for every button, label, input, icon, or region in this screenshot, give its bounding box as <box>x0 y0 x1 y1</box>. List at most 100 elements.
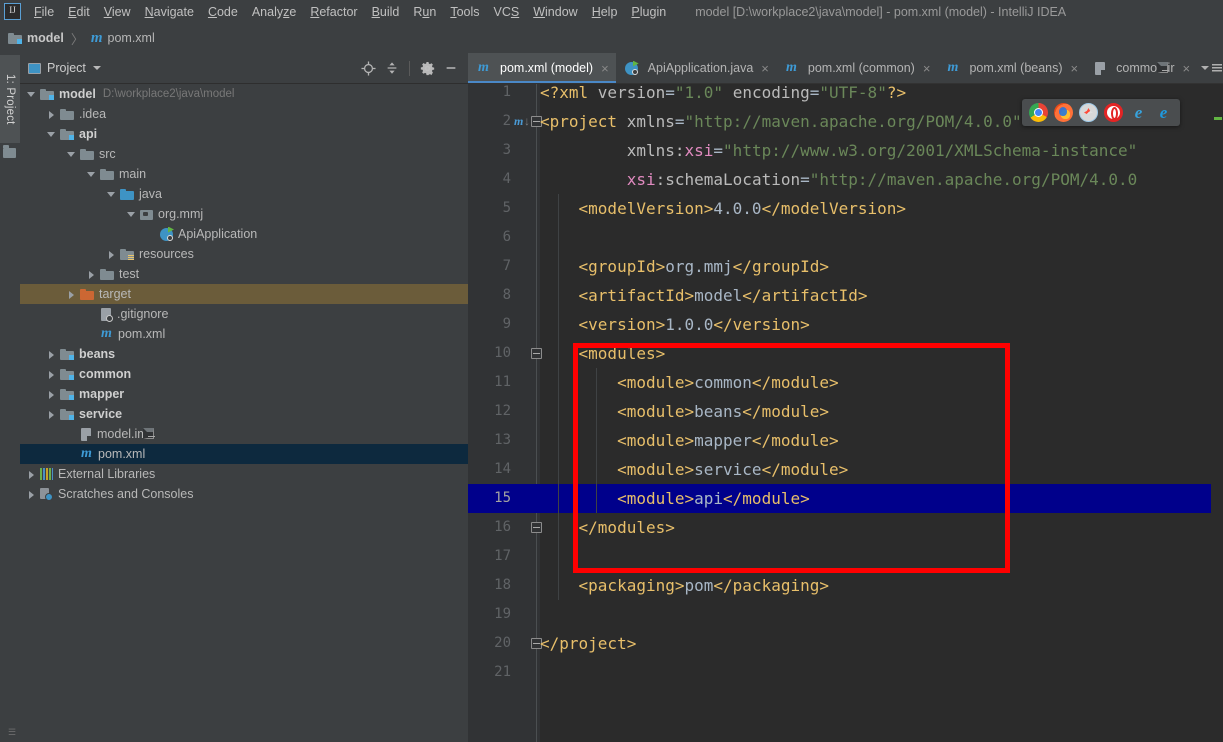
menu-item-navigate[interactable]: Navigate <box>138 2 201 22</box>
expand-arrow-icon[interactable] <box>46 349 57 360</box>
expand-arrow-icon[interactable] <box>46 129 57 140</box>
tree-item--gitignore[interactable]: .gitignore <box>20 304 468 324</box>
tree-item-model-iml[interactable]: model.iml <box>20 424 468 444</box>
close-icon[interactable]: × <box>1182 61 1190 76</box>
expand-arrow-icon[interactable] <box>126 209 137 220</box>
expand-arrow-icon[interactable] <box>106 249 117 260</box>
menu-item-code[interactable]: Code <box>201 2 245 22</box>
hide-panel-icon[interactable] <box>440 57 462 79</box>
code-line[interactable]: <?xml version="1.0" encoding="UTF-8"?> <box>540 84 906 107</box>
close-icon[interactable]: × <box>761 61 769 76</box>
editor-gutter[interactable]: 1 2 3 4 5 6 7 8 9 10 11 12 13 14 15 16 17 18 19 20 21 m ↓ <box>468 84 542 742</box>
menu-item-analyze[interactable]: Analyze <box>245 2 303 22</box>
tree-item-label: target <box>99 287 131 301</box>
tree-item-target[interactable]: target <box>20 284 468 304</box>
project-tree[interactable]: model D:\workplace2\java\model .idea api src… <box>20 84 468 742</box>
editor-tab-common-ir[interactable]: common.ir × <box>1085 53 1197 83</box>
tree-item--idea[interactable]: .idea <box>20 104 468 124</box>
settings-gear-icon[interactable] <box>416 57 438 79</box>
tree-item-resources[interactable]: resources <box>20 244 468 264</box>
code-line[interactable]: xsi:schemaLocation="http://maven.apache.… <box>540 165 1138 194</box>
tree-item-api[interactable]: api <box>20 124 468 144</box>
safari-icon[interactable] <box>1079 103 1098 122</box>
expand-arrow-icon[interactable] <box>46 369 57 380</box>
tree-item-common[interactable]: common <box>20 364 468 384</box>
expand-arrow-icon[interactable] <box>106 189 117 200</box>
code-line[interactable]: <packaging>pom</packaging> <box>540 571 829 600</box>
expand-arrow-icon[interactable] <box>86 169 97 180</box>
menu-item-file[interactable]: File <box>27 2 61 22</box>
tree-item-beans[interactable]: beans <box>20 344 468 364</box>
internet-explorer-icon[interactable]: e <box>1129 103 1148 122</box>
menu-item-refactor[interactable]: Refactor <box>303 2 364 22</box>
expand-arrow-icon[interactable] <box>46 389 57 400</box>
editor-tab-apiapplication-java[interactable]: ApiApplication.java × <box>616 53 776 83</box>
breadcrumb-item-model[interactable]: model <box>8 31 64 45</box>
tree-item-org-mmj[interactable]: org.mmj <box>20 204 468 224</box>
tree-item-java[interactable]: java <box>20 184 468 204</box>
code-line[interactable]: <module>mapper</module> <box>540 426 839 455</box>
code-line[interactable]: <groupId>org.mmj</groupId> <box>540 252 829 281</box>
tree-item-scratches-and-consoles[interactable]: Scratches and Consoles <box>20 484 468 504</box>
close-icon[interactable]: × <box>601 61 609 76</box>
expand-arrow-icon[interactable] <box>46 109 57 120</box>
expand-arrow-icon[interactable] <box>26 469 37 480</box>
tool-window-button-project[interactable]: 1: Project <box>0 55 20 143</box>
code-line[interactable]: <modelVersion>4.0.0</modelVersion> <box>540 194 907 223</box>
menu-item-edit[interactable]: Edit <box>61 2 97 22</box>
tree-item-model[interactable]: model D:\workplace2\java\model <box>20 84 468 104</box>
tree-item-test[interactable]: test <box>20 264 468 284</box>
chrome-icon[interactable] <box>1029 103 1048 122</box>
tree-item-mapper[interactable]: mapper <box>20 384 468 404</box>
code-content[interactable]: <?xml version="1.0" encoding="UTF-8"?> <p… <box>540 84 1223 742</box>
download-arrow-icon[interactable]: ↓ <box>524 107 530 136</box>
menu-item-build[interactable]: Build <box>365 2 407 22</box>
menu-item-view[interactable]: View <box>97 2 138 22</box>
marker-bar[interactable] <box>1211 115 1223 742</box>
code-line[interactable]: <module>beans</module> <box>540 397 829 426</box>
firefox-icon[interactable] <box>1054 103 1073 122</box>
code-line[interactable]: <version>1.0.0</version> <box>540 310 810 339</box>
expand-arrow-icon[interactable] <box>86 269 97 280</box>
close-icon[interactable]: × <box>923 61 931 76</box>
expand-arrow-icon[interactable] <box>66 149 77 160</box>
menu-item-help[interactable]: Help <box>585 2 625 22</box>
tree-item-pom-xml[interactable]: m pom.xml <box>20 444 468 464</box>
code-line[interactable]: xmlns:xsi="http://www.w3.org/2001/XMLSch… <box>540 136 1138 165</box>
close-icon[interactable]: × <box>1071 61 1079 76</box>
editor-tab-pom-xml-model-[interactable]: m pom.xml (model) × <box>468 53 616 83</box>
code-editor[interactable]: 1 2 3 4 5 6 7 8 9 10 11 12 13 14 15 16 17 18 19 20 21 m ↓ <?xm… <box>468 84 1223 742</box>
code-line[interactable]: <module>common</module> <box>540 368 839 397</box>
code-line[interactable]: <module>api</module> <box>540 484 810 513</box>
code-line[interactable]: </modules> <box>540 513 675 542</box>
code-line[interactable]: <module>service</module> <box>540 455 848 484</box>
expand-arrow-icon[interactable] <box>26 89 37 100</box>
menu-item-plugin[interactable]: Plugin <box>624 2 673 22</box>
menu-item-vcs[interactable]: VCS <box>487 2 527 22</box>
tree-item-pom-xml[interactable]: m pom.xml <box>20 324 468 344</box>
tree-item-service[interactable]: service <box>20 404 468 424</box>
tree-item-apiapplication[interactable]: ApiApplication <box>20 224 468 244</box>
tab-overflow-icon[interactable] <box>1197 53 1223 83</box>
code-line[interactable]: <artifactId>model</artifactId> <box>540 281 868 310</box>
code-line[interactable]: </project> <box>540 629 636 658</box>
tree-item-src[interactable]: src <box>20 144 468 164</box>
opera-icon[interactable] <box>1104 103 1123 122</box>
code-line[interactable]: <project xmlns="http://maven.apache.org/… <box>540 107 1022 136</box>
tree-item-main[interactable]: main <box>20 164 468 184</box>
expand-arrow-icon[interactable] <box>46 409 57 420</box>
locate-icon[interactable] <box>357 57 379 79</box>
menu-item-run[interactable]: Run <box>406 2 443 22</box>
menu-item-window[interactable]: Window <box>526 2 584 22</box>
expand-arrow-icon[interactable] <box>66 289 77 300</box>
breadcrumb-item-pom[interactable]: m pom.xml <box>91 30 155 47</box>
maven-download-icon[interactable]: m <box>514 107 523 136</box>
menu-item-tools[interactable]: Tools <box>443 2 486 22</box>
editor-tab-pom-xml-common-[interactable]: m pom.xml (common) × <box>776 53 938 83</box>
tree-item-external-libraries[interactable]: External Libraries <box>20 464 468 484</box>
edge-icon[interactable]: e <box>1154 103 1173 122</box>
editor-tab-pom-xml-beans-[interactable]: m pom.xml (beans) × <box>937 53 1085 83</box>
project-view-selector[interactable]: Project <box>28 61 101 75</box>
expand-arrow-icon[interactable] <box>26 489 37 500</box>
collapse-all-icon[interactable] <box>381 57 403 79</box>
